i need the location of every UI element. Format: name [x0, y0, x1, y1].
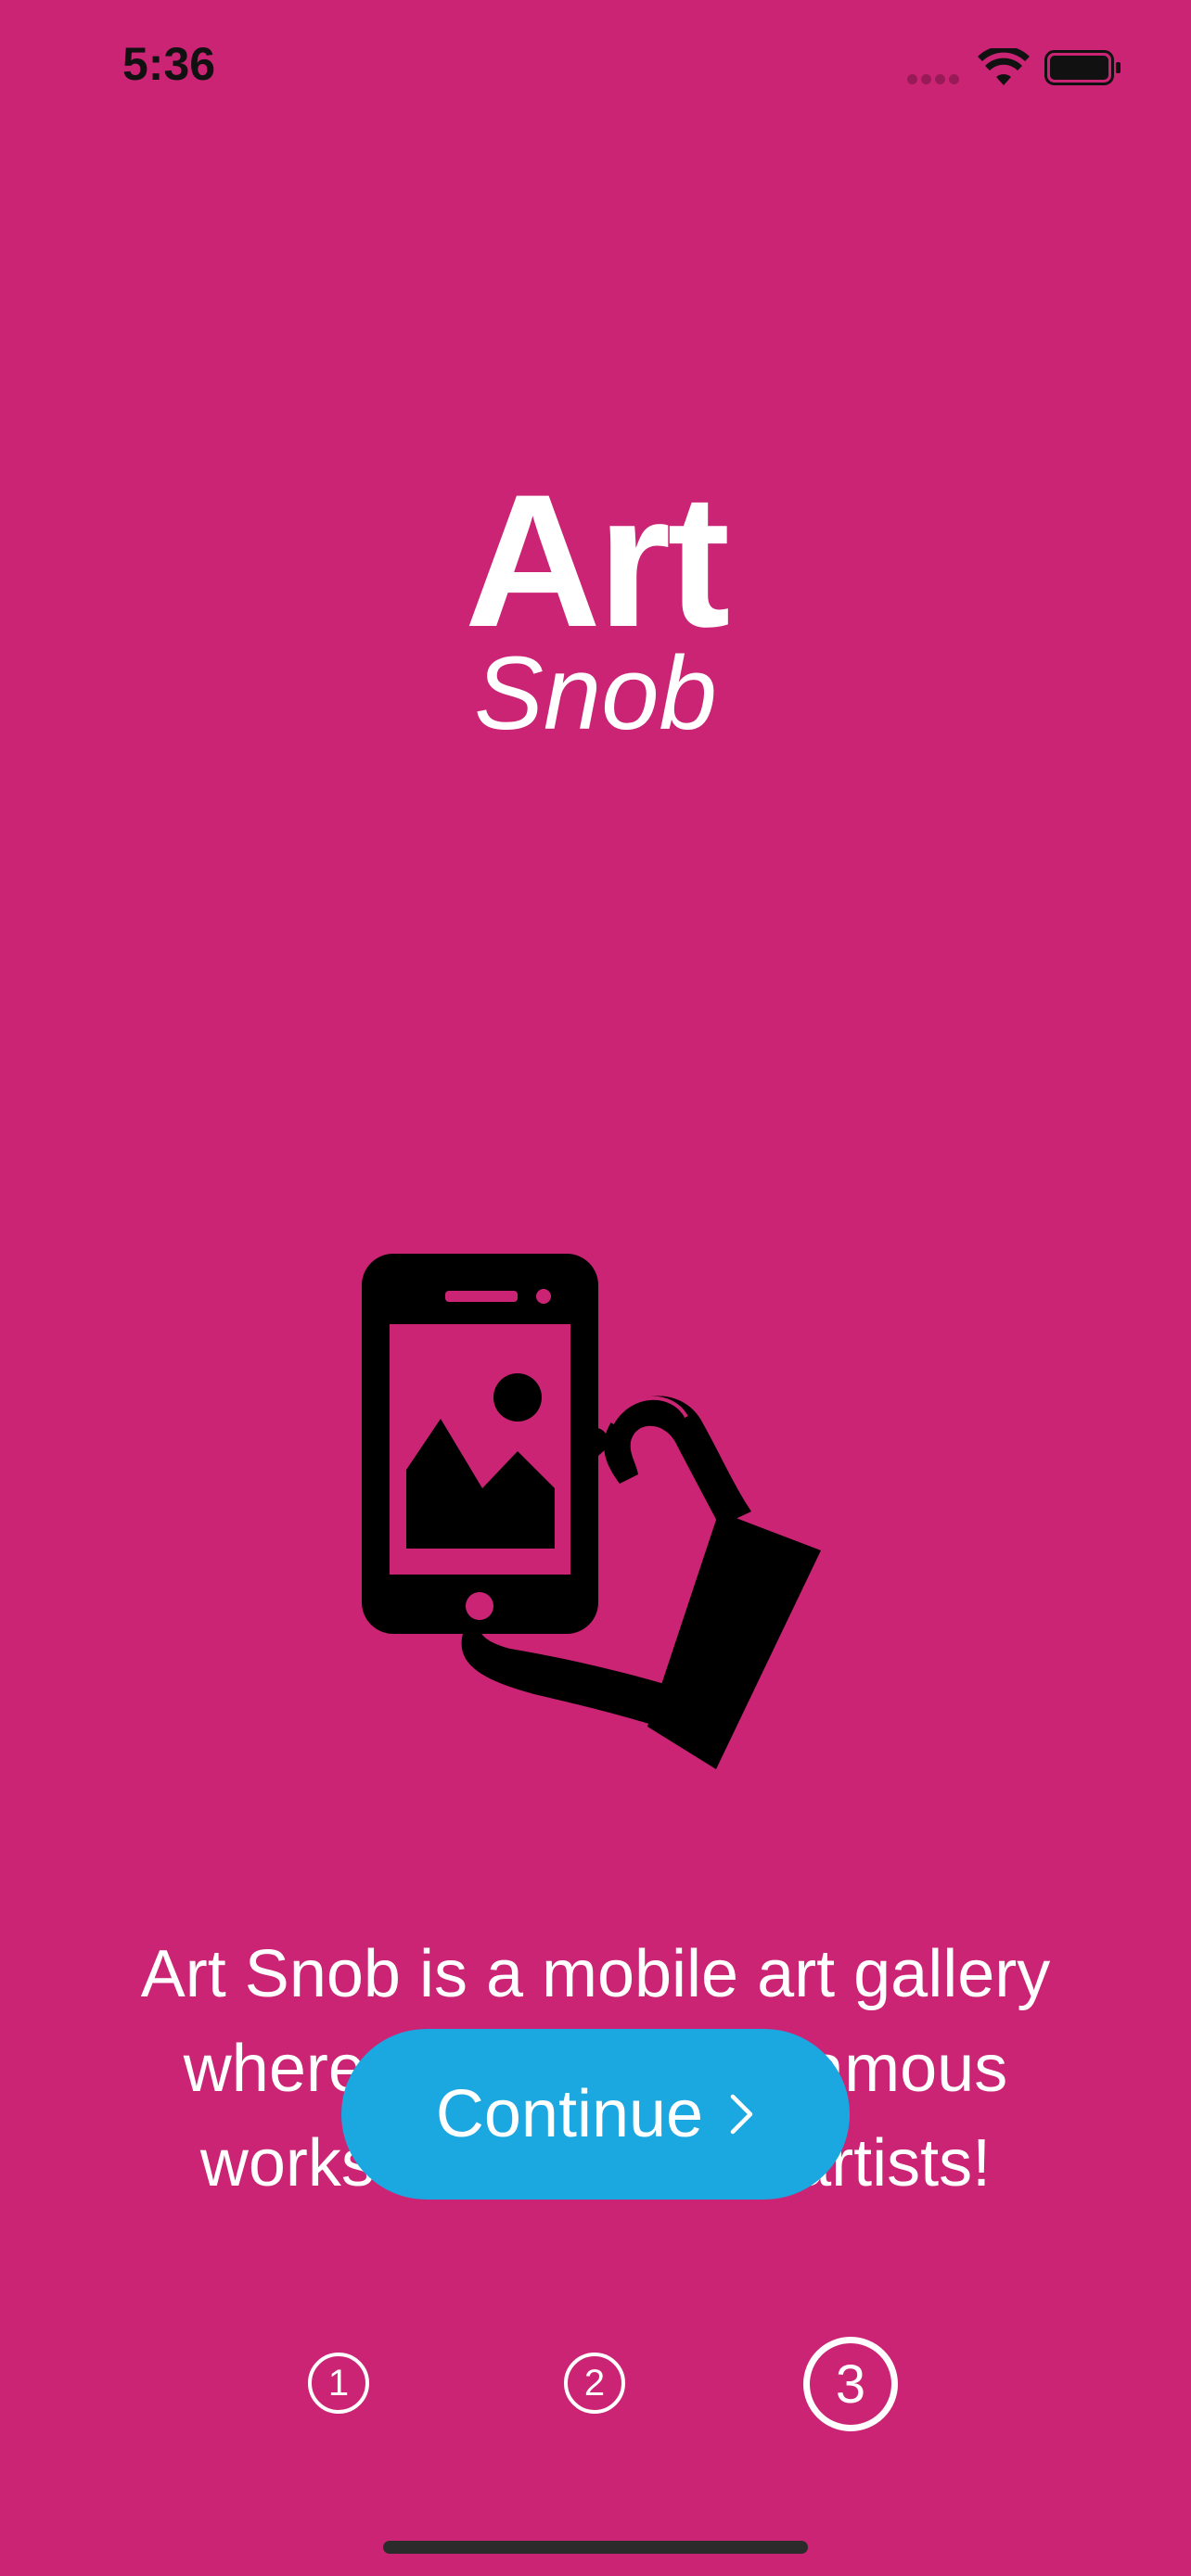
continue-button[interactable]: Continue: [341, 2029, 850, 2200]
home-indicator[interactable]: [383, 2541, 808, 2554]
page-2-indicator[interactable]: 2: [564, 2353, 625, 2414]
page-indicator: 1 2 3: [0, 2337, 1191, 2431]
hand-holding-phone-with-picture-icon: [362, 1254, 821, 1769]
app-logo: Art Snob: [0, 455, 1191, 751]
chevron-right-icon: [730, 2094, 753, 2135]
status-time: 5:36: [122, 38, 216, 90]
wifi-icon: [978, 48, 1030, 85]
logo-title: Art: [464, 455, 731, 667]
cellular-signal-icon: [907, 72, 965, 84]
page-3-indicator[interactable]: 3: [803, 2337, 898, 2431]
description-line-1: Art Snob is a mobile art gallery: [140, 1937, 1051, 2011]
battery-full-icon: [1044, 50, 1121, 85]
continue-button-label: Continue: [435, 2077, 704, 2151]
page-1-indicator[interactable]: 1: [308, 2353, 369, 2414]
status-bar: 5:36: [0, 0, 1191, 139]
logo-subtitle: Snob: [474, 635, 717, 751]
